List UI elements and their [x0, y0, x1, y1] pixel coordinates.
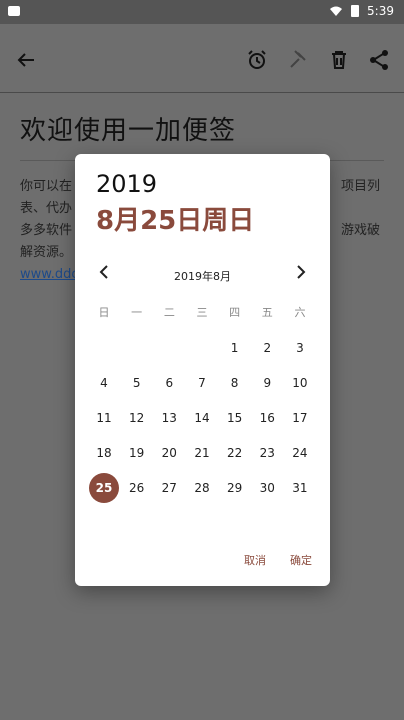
weekday-label: 日 — [98, 306, 110, 319]
status-time: 5:39 — [367, 4, 394, 18]
weekday-label: 六 — [294, 306, 306, 319]
note-line: 多多软件 — [20, 223, 73, 238]
day-cell[interactable]: 11 — [89, 403, 119, 433]
weekday-label: 五 — [261, 306, 273, 319]
note-title[interactable]: 欢迎使用一加便签 — [20, 110, 236, 147]
day-cell[interactable]: 16 — [252, 403, 282, 433]
cancel-button[interactable]: 取消 — [244, 552, 266, 568]
week-row: 18 19 20 21 22 23 24 — [89, 438, 315, 473]
note-line: 解资源。 — [20, 245, 73, 260]
day-cell[interactable]: 27 — [154, 473, 184, 503]
day-cell[interactable]: 2 — [252, 333, 282, 363]
weekday-row: 日 一 二 三 四 五 六 — [89, 304, 315, 320]
weekday-label: 三 — [196, 306, 208, 319]
day-cell[interactable]: 23 — [252, 438, 282, 468]
day-cell[interactable]: 19 — [122, 438, 152, 468]
day-cell[interactable]: 4 — [89, 368, 119, 398]
status-right: 5:39 — [329, 4, 394, 18]
day-cell[interactable]: 24 — [285, 438, 315, 468]
day-cell[interactable]: 12 — [122, 403, 152, 433]
day-cell[interactable]: 14 — [187, 403, 217, 433]
day-cell[interactable]: 3 — [285, 333, 315, 363]
notification-icon — [8, 6, 20, 16]
day-cell[interactable]: 8 — [220, 368, 250, 398]
weekday-label: 二 — [163, 306, 175, 319]
battery-icon — [351, 5, 360, 17]
note-link[interactable]: www.ddo — [20, 267, 79, 282]
day-cell[interactable]: 20 — [154, 438, 184, 468]
week-row: 11 12 13 14 15 16 17 — [89, 403, 315, 438]
day-cell[interactable]: 6 — [154, 368, 184, 398]
toolbar — [0, 24, 404, 94]
day-cell[interactable]: 28 — [187, 473, 217, 503]
day-cell[interactable]: 21 — [187, 438, 217, 468]
month-navigation: 2019年8月 — [75, 258, 330, 286]
day-cell[interactable]: 26 — [122, 473, 152, 503]
ok-button[interactable]: 确定 — [290, 552, 312, 568]
note-line: 项目列 — [340, 179, 380, 194]
selected-date: 8月25日周日 — [96, 206, 255, 236]
dialog-actions: 取消 确定 — [244, 552, 312, 568]
note-line: 游戏破 — [340, 223, 380, 238]
trash-icon[interactable] — [327, 48, 351, 72]
week-row: 25 26 27 28 29 30 31 — [89, 473, 315, 508]
weekday-label: 一 — [131, 306, 143, 319]
day-cell[interactable]: 1 — [220, 333, 250, 363]
status-bar: 5:39 — [0, 0, 404, 24]
day-cell[interactable]: 29 — [220, 473, 250, 503]
wifi-icon — [330, 6, 343, 16]
chevron-right-icon[interactable] — [290, 262, 310, 282]
day-cell[interactable]: 18 — [89, 438, 119, 468]
day-cell[interactable]: 7 — [187, 368, 217, 398]
tools-icon[interactable] — [286, 48, 310, 72]
note-line: 表、代办 — [20, 201, 73, 216]
week-row: 1 2 3 — [89, 333, 315, 368]
day-cell[interactable]: 13 — [154, 403, 184, 433]
back-arrow-icon[interactable] — [14, 48, 38, 72]
day-cell[interactable]: 22 — [220, 438, 250, 468]
alarm-icon[interactable] — [245, 48, 269, 72]
day-cell[interactable]: 10 — [285, 368, 315, 398]
day-cell[interactable]: 5 — [122, 368, 152, 398]
day-cell[interactable]: 17 — [285, 403, 315, 433]
day-cell[interactable]: 9 — [252, 368, 282, 398]
day-cell[interactable]: 31 — [285, 473, 315, 503]
share-icon[interactable] — [367, 48, 391, 72]
toolbar-divider — [0, 92, 404, 93]
day-cell[interactable]: 15 — [220, 403, 250, 433]
day-cell-selected[interactable]: 25 — [89, 473, 119, 503]
calendar-grid: 1 2 3 4 5 6 7 8 9 10 11 12 13 14 15 16 1… — [89, 333, 315, 508]
selected-year[interactable]: 2019 — [96, 170, 157, 198]
note-line: 你可以在 — [20, 179, 73, 194]
week-row: 4 5 6 7 8 9 10 — [89, 368, 315, 403]
weekday-label: 四 — [229, 306, 241, 319]
date-picker-dialog: 2019 8月25日周日 2019年8月 日 一 二 三 四 五 六 1 2 3… — [75, 154, 330, 586]
day-cell[interactable]: 30 — [252, 473, 282, 503]
